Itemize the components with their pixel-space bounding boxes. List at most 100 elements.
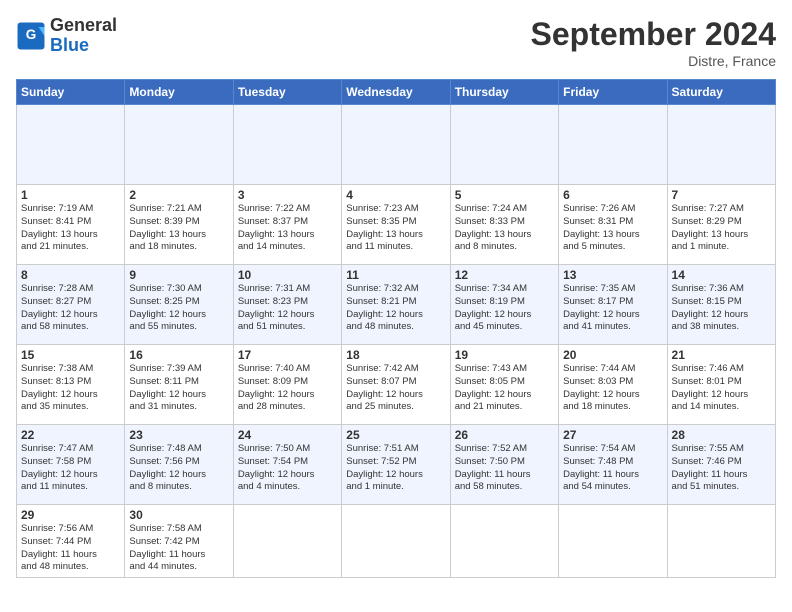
day-info: Sunrise: 7:24 AMSunset: 8:33 PMDaylight:… — [455, 203, 554, 254]
daylight-text-2: and 31 minutes. — [129, 401, 228, 414]
calendar-cell — [450, 505, 558, 578]
daylight-text-2: and 18 minutes. — [129, 241, 228, 254]
day-number: 5 — [455, 188, 554, 202]
sunset-text: Sunset: 8:21 PM — [346, 296, 445, 309]
calendar-cell — [17, 105, 125, 185]
col-sunday: Sunday — [17, 80, 125, 105]
calendar-cell: 24Sunrise: 7:50 AMSunset: 7:54 PMDayligh… — [233, 425, 341, 505]
svg-text:G: G — [26, 27, 37, 42]
calendar-week-row: 1Sunrise: 7:19 AMSunset: 8:41 PMDaylight… — [17, 185, 776, 265]
calendar-cell — [342, 105, 450, 185]
day-info: Sunrise: 7:28 AMSunset: 8:27 PMDaylight:… — [21, 283, 120, 334]
daylight-text-1: Daylight: 12 hours — [21, 389, 120, 402]
sunrise-text: Sunrise: 7:42 AM — [346, 363, 445, 376]
daylight-text-1: Daylight: 12 hours — [455, 389, 554, 402]
day-info: Sunrise: 7:42 AMSunset: 8:07 PMDaylight:… — [346, 363, 445, 414]
day-number: 26 — [455, 428, 554, 442]
day-info: Sunrise: 7:39 AMSunset: 8:11 PMDaylight:… — [129, 363, 228, 414]
calendar-week-row: 15Sunrise: 7:38 AMSunset: 8:13 PMDayligh… — [17, 345, 776, 425]
daylight-text-2: and 58 minutes. — [455, 481, 554, 494]
calendar-week-row: 29Sunrise: 7:56 AMSunset: 7:44 PMDayligh… — [17, 505, 776, 578]
day-number: 7 — [672, 188, 771, 202]
day-info: Sunrise: 7:56 AMSunset: 7:44 PMDaylight:… — [21, 523, 120, 574]
daylight-text-2: and 21 minutes. — [21, 241, 120, 254]
calendar-cell: 3Sunrise: 7:22 AMSunset: 8:37 PMDaylight… — [233, 185, 341, 265]
col-thursday: Thursday — [450, 80, 558, 105]
calendar-cell: 18Sunrise: 7:42 AMSunset: 8:07 PMDayligh… — [342, 345, 450, 425]
sunrise-text: Sunrise: 7:31 AM — [238, 283, 337, 296]
day-info: Sunrise: 7:58 AMSunset: 7:42 PMDaylight:… — [129, 523, 228, 574]
sunrise-text: Sunrise: 7:50 AM — [238, 443, 337, 456]
calendar-cell: 17Sunrise: 7:40 AMSunset: 8:09 PMDayligh… — [233, 345, 341, 425]
day-number: 6 — [563, 188, 662, 202]
day-info: Sunrise: 7:50 AMSunset: 7:54 PMDaylight:… — [238, 443, 337, 494]
calendar-cell: 29Sunrise: 7:56 AMSunset: 7:44 PMDayligh… — [17, 505, 125, 578]
daylight-text-2: and 8 minutes. — [129, 481, 228, 494]
daylight-text-2: and 41 minutes. — [563, 321, 662, 334]
daylight-text-2: and 14 minutes. — [238, 241, 337, 254]
calendar-cell: 19Sunrise: 7:43 AMSunset: 8:05 PMDayligh… — [450, 345, 558, 425]
logo-text: General Blue — [50, 16, 117, 56]
calendar-cell: 4Sunrise: 7:23 AMSunset: 8:35 PMDaylight… — [342, 185, 450, 265]
day-info: Sunrise: 7:51 AMSunset: 7:52 PMDaylight:… — [346, 443, 445, 494]
day-number: 21 — [672, 348, 771, 362]
day-info: Sunrise: 7:48 AMSunset: 7:56 PMDaylight:… — [129, 443, 228, 494]
daylight-text-2: and 28 minutes. — [238, 401, 337, 414]
calendar-cell — [450, 105, 558, 185]
daylight-text-2: and 5 minutes. — [563, 241, 662, 254]
daylight-text-1: Daylight: 13 hours — [346, 229, 445, 242]
day-info: Sunrise: 7:54 AMSunset: 7:48 PMDaylight:… — [563, 443, 662, 494]
calendar-cell — [559, 105, 667, 185]
day-number: 1 — [21, 188, 120, 202]
calendar-cell — [667, 505, 775, 578]
day-info: Sunrise: 7:55 AMSunset: 7:46 PMDaylight:… — [672, 443, 771, 494]
sunset-text: Sunset: 8:01 PM — [672, 376, 771, 389]
sunset-text: Sunset: 7:42 PM — [129, 536, 228, 549]
daylight-text-1: Daylight: 13 hours — [238, 229, 337, 242]
calendar-cell: 12Sunrise: 7:34 AMSunset: 8:19 PMDayligh… — [450, 265, 558, 345]
sunrise-text: Sunrise: 7:36 AM — [672, 283, 771, 296]
sunset-text: Sunset: 7:56 PM — [129, 456, 228, 469]
logo-icon: G — [16, 21, 46, 51]
day-info: Sunrise: 7:30 AMSunset: 8:25 PMDaylight:… — [129, 283, 228, 334]
calendar-cell — [233, 105, 341, 185]
logo-general: General — [50, 16, 117, 36]
daylight-text-1: Daylight: 11 hours — [672, 469, 771, 482]
day-info: Sunrise: 7:21 AMSunset: 8:39 PMDaylight:… — [129, 203, 228, 254]
calendar-cell: 1Sunrise: 7:19 AMSunset: 8:41 PMDaylight… — [17, 185, 125, 265]
sunrise-text: Sunrise: 7:48 AM — [129, 443, 228, 456]
day-number: 18 — [346, 348, 445, 362]
col-tuesday: Tuesday — [233, 80, 341, 105]
daylight-text-1: Daylight: 12 hours — [672, 309, 771, 322]
calendar-cell: 6Sunrise: 7:26 AMSunset: 8:31 PMDaylight… — [559, 185, 667, 265]
day-number: 13 — [563, 268, 662, 282]
col-friday: Friday — [559, 80, 667, 105]
daylight-text-2: and 44 minutes. — [129, 561, 228, 574]
day-number: 10 — [238, 268, 337, 282]
sunset-text: Sunset: 7:58 PM — [21, 456, 120, 469]
month-title: September 2024 — [531, 16, 776, 53]
calendar: Sunday Monday Tuesday Wednesday Thursday… — [16, 79, 776, 578]
sunset-text: Sunset: 8:33 PM — [455, 216, 554, 229]
daylight-text-2: and 51 minutes. — [238, 321, 337, 334]
daylight-text-1: Daylight: 12 hours — [21, 469, 120, 482]
calendar-cell — [342, 505, 450, 578]
calendar-cell: 28Sunrise: 7:55 AMSunset: 7:46 PMDayligh… — [667, 425, 775, 505]
daylight-text-1: Daylight: 13 hours — [563, 229, 662, 242]
day-number: 23 — [129, 428, 228, 442]
calendar-cell: 20Sunrise: 7:44 AMSunset: 8:03 PMDayligh… — [559, 345, 667, 425]
daylight-text-1: Daylight: 12 hours — [238, 389, 337, 402]
day-number: 28 — [672, 428, 771, 442]
sunrise-text: Sunrise: 7:55 AM — [672, 443, 771, 456]
location: Distre, France — [531, 53, 776, 69]
sunrise-text: Sunrise: 7:54 AM — [563, 443, 662, 456]
daylight-text-1: Daylight: 13 hours — [455, 229, 554, 242]
calendar-cell: 15Sunrise: 7:38 AMSunset: 8:13 PMDayligh… — [17, 345, 125, 425]
sunset-text: Sunset: 7:54 PM — [238, 456, 337, 469]
calendar-cell: 5Sunrise: 7:24 AMSunset: 8:33 PMDaylight… — [450, 185, 558, 265]
day-info: Sunrise: 7:26 AMSunset: 8:31 PMDaylight:… — [563, 203, 662, 254]
logo-blue: Blue — [50, 36, 117, 56]
calendar-cell: 10Sunrise: 7:31 AMSunset: 8:23 PMDayligh… — [233, 265, 341, 345]
sunset-text: Sunset: 8:37 PM — [238, 216, 337, 229]
calendar-cell: 27Sunrise: 7:54 AMSunset: 7:48 PMDayligh… — [559, 425, 667, 505]
